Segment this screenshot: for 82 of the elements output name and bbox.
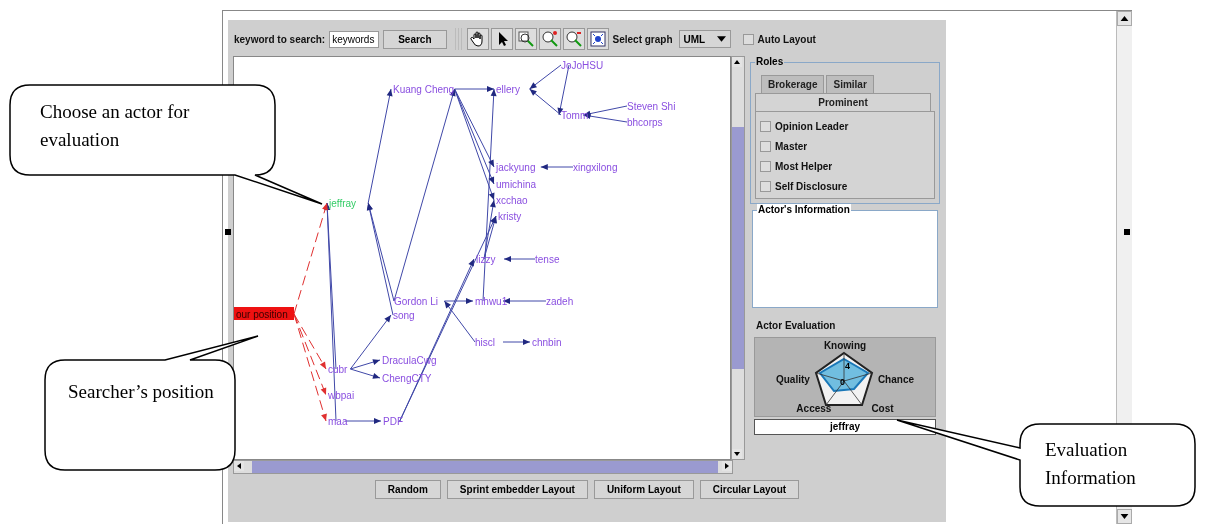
search-field[interactable]: keywords	[329, 30, 380, 48]
scroll-up-icon[interactable]	[1117, 11, 1132, 26]
actor-name-field[interactable]: jeffray	[754, 419, 936, 435]
checkbox[interactable]	[760, 160, 771, 172]
layout-button[interactable]: Random	[374, 480, 441, 499]
checkbox[interactable]	[760, 120, 771, 132]
node-label[interactable]: PDF	[383, 416, 403, 427]
node-label[interactable]: umichina	[496, 179, 537, 190]
node-label[interactable]: chnbin	[532, 337, 562, 348]
callout-text: Evaluation Information	[1045, 438, 1137, 490]
graph-dropdown[interactable]: UML	[678, 30, 731, 48]
node-label[interactable]: xingxilong	[573, 162, 618, 173]
callout-text: Choose an actor for evaluation	[40, 100, 191, 152]
node-label[interactable]: tense	[535, 254, 560, 265]
hand-icon[interactable]	[466, 28, 489, 50]
scroll-down-icon[interactable]	[732, 449, 743, 459]
axis-label: Chance	[877, 373, 914, 385]
horizontal-scrollbar[interactable]	[233, 460, 733, 474]
node-label[interactable]: JoJoHSU	[561, 60, 604, 71]
caret-icon	[716, 36, 726, 42]
arrow	[540, 164, 574, 170]
scroll-right-icon[interactable]	[722, 461, 732, 471]
node-label[interactable]: jackyung	[496, 162, 536, 173]
pointer-icon[interactable]	[490, 28, 513, 50]
selection-handle[interactable]	[225, 229, 231, 235]
searcher-node-label[interactable]: our position	[236, 309, 288, 320]
role-option-label: Opinion Leader	[775, 120, 849, 132]
checkbox[interactable]	[760, 180, 771, 192]
layout-button[interactable]: Uniform Layout	[593, 480, 694, 499]
callout-text: Searcher’s position	[68, 380, 215, 404]
search-button[interactable]: Search	[383, 29, 447, 49]
checkbox[interactable]	[742, 33, 754, 45]
node-label[interactable]: xcchao	[496, 195, 528, 206]
node-label[interactable]: kristy	[498, 211, 522, 222]
role-option-label: Self Disclosure	[775, 180, 848, 192]
graph-canvas[interactable]	[233, 56, 732, 460]
actor-information-title: Actor's Information	[757, 204, 851, 215]
layout-button[interactable]: Sprint embedder Layout	[446, 480, 588, 499]
node-label[interactable]: Kuang Cheng	[393, 84, 455, 95]
actor-evaluation-title: Actor Evaluation	[756, 320, 837, 331]
axis-label: Knowing	[823, 340, 867, 351]
vertical-scrollbar[interactable]	[731, 56, 745, 460]
layout-button[interactable]: Circular Layout	[699, 480, 800, 499]
zoom-in-icon[interactable]	[538, 28, 561, 50]
scroll-left-icon[interactable]	[234, 461, 244, 471]
fit-icon[interactable]	[586, 28, 609, 50]
node-label[interactable]: wbpai	[328, 390, 355, 401]
scroll-down-icon[interactable]	[1117, 509, 1132, 524]
axis-label: Access	[796, 403, 832, 414]
zoom-out-icon[interactable]	[562, 28, 585, 50]
node-label[interactable]: maa	[328, 416, 348, 427]
auto-layout-label: Auto Layout	[757, 33, 816, 45]
checkbox[interactable]	[760, 140, 771, 152]
select-graph-label: Select graph	[612, 33, 673, 45]
node-label[interactable]: Gordon Li	[394, 296, 438, 307]
scroll-up-icon[interactable]	[732, 57, 743, 67]
tab[interactable]: Brokerage	[761, 75, 825, 93]
node-label[interactable]: cubr	[328, 364, 348, 375]
node-label[interactable]: zadeh	[546, 296, 574, 307]
scale-label: 4	[844, 361, 850, 371]
search-label: keyword to search:	[234, 33, 326, 45]
selection-handle[interactable]	[1124, 229, 1130, 235]
arrow	[503, 256, 536, 262]
node-label[interactable]: ellery	[496, 84, 520, 95]
node-label[interactable]: bhcorps	[627, 117, 663, 128]
node-label[interactable]: Steven Shi	[627, 101, 676, 112]
node-label[interactable]: song	[393, 310, 415, 321]
roles-title: Roles	[755, 56, 785, 67]
scale-label: 0	[839, 377, 845, 387]
axis-label: Quality	[776, 373, 810, 385]
radar-chart-drawing	[814, 351, 874, 406]
node-label[interactable]: mhwu1	[475, 296, 508, 307]
node-label[interactable]: hiscl	[475, 337, 495, 348]
tab[interactable]: Prominent	[755, 93, 931, 111]
node-label[interactable]: Tomm	[561, 110, 589, 121]
axis-label: Cost	[871, 403, 894, 414]
role-option-label: Master	[775, 140, 808, 152]
arrow	[502, 339, 531, 345]
role-option-label: Most Helper	[775, 160, 833, 172]
zoom-icon[interactable]	[514, 28, 537, 50]
tab[interactable]: Similar	[826, 75, 874, 93]
node-label[interactable]: lizzy	[476, 254, 496, 265]
